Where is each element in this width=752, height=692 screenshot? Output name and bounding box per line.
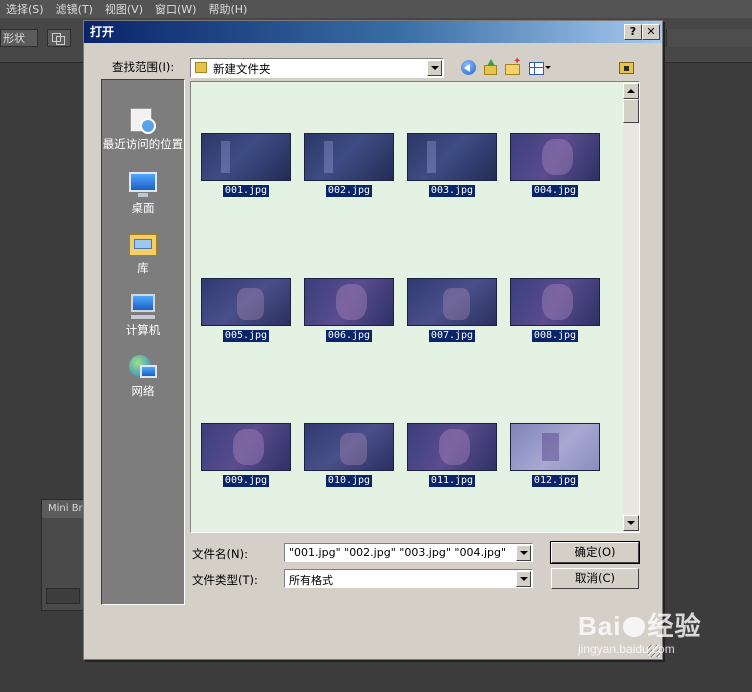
file-thumbnail [510, 278, 600, 326]
baidu-jingyan-watermark: Bai 经验 jingyan.baidu.com [578, 606, 702, 656]
menu-help[interactable]: 帮助(H) [202, 1, 253, 17]
file-name: 008.jpg [531, 330, 579, 342]
mini-bridge-control[interactable] [46, 588, 80, 604]
file-name: 005.jpg [222, 330, 270, 342]
close-button[interactable]: ✕ [642, 24, 660, 40]
desktop-shortcut-icon[interactable] [618, 59, 636, 77]
file-name: 002.jpg [325, 185, 373, 197]
file-item[interactable]: 001.jpg [200, 133, 292, 198]
scroll-thumb[interactable] [623, 99, 639, 123]
menu-filter[interactable]: 滤镜(T) [50, 1, 99, 17]
file-thumbnail [304, 133, 394, 181]
menu-window[interactable]: 窗口(W) [149, 1, 202, 17]
file-item[interactable]: 003.jpg [406, 133, 498, 197]
scroll-down-icon[interactable] [623, 515, 639, 531]
ok-button[interactable]: 确定(O) [551, 542, 639, 563]
file-thumbnail [407, 423, 497, 471]
file-thumbnail [510, 423, 600, 471]
shape-dropdown[interactable]: 形状 [0, 29, 38, 47]
place-computer-label: 计算机 [125, 323, 161, 337]
watermark-url: jingyan.baidu.com [578, 642, 675, 656]
place-libraries-label: 库 [137, 261, 149, 275]
help-button[interactable]: ? [624, 24, 642, 40]
file-name-field[interactable]: "001.jpg" "002.jpg" "003.jpg" "004.jpg" [284, 543, 533, 562]
file-item[interactable]: 011.jpg [406, 423, 498, 487]
look-in-label: 查找范围(I): [112, 60, 175, 74]
chevron-down-icon[interactable] [516, 571, 531, 587]
file-name-value: "001.jpg" "002.jpg" "003.jpg" "004.jpg" [289, 546, 507, 559]
chevron-down-icon[interactable] [516, 545, 531, 561]
place-libraries[interactable]: 库 [102, 230, 184, 275]
file-thumbnail [201, 278, 291, 326]
file-thumbnail [407, 133, 497, 181]
file-item[interactable]: 009.jpg [200, 423, 292, 487]
file-name: 010.jpg [325, 475, 373, 487]
file-type-label: 文件类型(T): [192, 573, 258, 587]
path-operations-icon[interactable] [47, 29, 71, 47]
mini-bridge-title[interactable]: Mini Br [42, 500, 84, 518]
open-dialog: 打开 ? ✕ 查找范围(I): 新建文件夹 最近访问的位置 桌面 库 计算机 [83, 20, 663, 660]
folder-icon [195, 62, 207, 73]
file-list-scrollbar[interactable] [623, 83, 639, 531]
file-item[interactable]: 010.jpg [303, 423, 395, 487]
file-list[interactable]: 001.jpg 002.jpg 003.jpg 004.jpg 005.jpg … [190, 81, 640, 533]
network-icon [127, 353, 159, 383]
file-name: 012.jpg [531, 475, 579, 487]
scroll-up-icon[interactable] [623, 83, 639, 99]
place-desktop[interactable]: 桌面 [102, 170, 184, 215]
file-thumbnail [201, 133, 291, 181]
file-item[interactable]: 007.jpg [406, 278, 498, 342]
file-name: 009.jpg [222, 475, 270, 487]
place-computer[interactable]: 计算机 [102, 292, 184, 337]
file-type-select[interactable]: 所有格式 [284, 569, 533, 588]
file-name: 007.jpg [428, 330, 476, 342]
file-name: 006.jpg [325, 330, 373, 342]
places-bar: 最近访问的位置 桌面 库 计算机 网络 [101, 79, 185, 605]
dialog-titlebar[interactable]: 打开 ? ✕ [84, 21, 662, 43]
back-icon[interactable] [460, 59, 478, 77]
menu-view[interactable]: 视图(V) [99, 1, 149, 17]
chevron-down-icon[interactable] [427, 60, 442, 76]
place-network[interactable]: 网络 [102, 353, 184, 398]
mini-bridge-panel: Mini Br [41, 499, 85, 611]
file-thumbnail [304, 278, 394, 326]
file-thumbnail [510, 133, 600, 181]
file-name: 004.jpg [531, 185, 579, 197]
menu-select[interactable]: 选择(S) [0, 1, 50, 17]
place-recent[interactable]: 最近访问的位置 [102, 106, 184, 151]
file-item[interactable]: 008.jpg [509, 278, 601, 342]
file-item[interactable]: 002.jpg [303, 133, 395, 197]
file-name: 003.jpg [428, 185, 476, 197]
look-in-select[interactable]: 新建文件夹 [190, 58, 444, 78]
file-thumbnail [304, 423, 394, 471]
view-menu-icon[interactable] [528, 59, 552, 77]
recent-places-icon [127, 106, 159, 136]
app-menubar: 选择(S) 滤镜(T) 视图(V) 窗口(W) 帮助(H) [0, 0, 752, 18]
computer-icon [127, 292, 159, 322]
place-recent-label: 最近访问的位置 [102, 137, 184, 151]
watermark-brand-suffix: 经验 [647, 611, 702, 641]
file-name: 001.jpg [221, 184, 271, 198]
dialog-title: 打开 [90, 25, 115, 39]
new-folder-icon[interactable] [504, 56, 522, 77]
file-name-label: 文件名(N): [192, 547, 248, 561]
file-name: 011.jpg [428, 475, 476, 487]
place-network-label: 网络 [131, 384, 155, 398]
file-item[interactable]: 006.jpg [303, 278, 395, 342]
file-item[interactable]: 005.jpg [200, 278, 292, 342]
watermark-brand: Bai [578, 611, 622, 641]
up-folder-icon[interactable] [482, 59, 500, 77]
look-in-value: 新建文件夹 [213, 62, 271, 76]
file-thumbnail [407, 278, 497, 326]
paw-logo-icon [623, 617, 646, 637]
file-type-value: 所有格式 [289, 574, 333, 587]
file-thumbnail [201, 423, 291, 471]
file-item[interactable]: 012.jpg [509, 423, 601, 487]
toolbar-right-area [666, 29, 752, 47]
place-desktop-label: 桌面 [131, 201, 155, 215]
desktop-icon [127, 170, 159, 200]
cancel-button[interactable]: 取消(C) [551, 568, 639, 589]
file-item[interactable]: 004.jpg [509, 133, 601, 197]
libraries-icon [127, 230, 159, 260]
